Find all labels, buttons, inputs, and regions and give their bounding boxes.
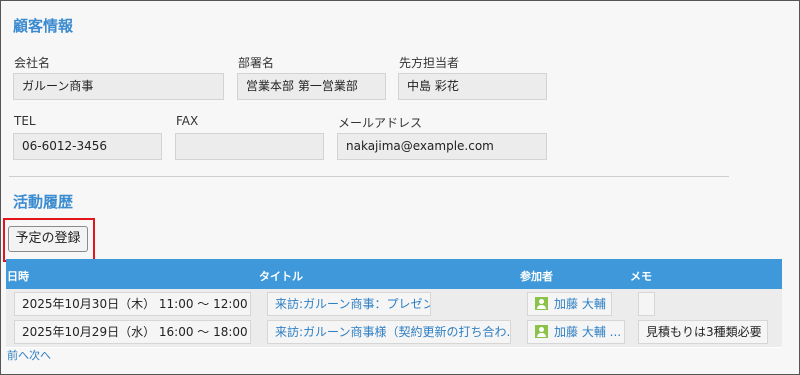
company-field: ガルーン商事 [13, 73, 224, 100]
fax-field [175, 133, 324, 160]
user-icon [535, 325, 548, 338]
section-divider [9, 176, 729, 177]
row-datetime: 2025年10月29日（水） 16:00 ～ 18:00 [14, 320, 251, 344]
row-title-link[interactable]: 来訪:ガルーン商事：プレゼン [267, 292, 431, 316]
email-label: メールアドレス [338, 116, 423, 130]
row-participant[interactable]: 加藤 大輔 [527, 292, 612, 316]
pager-links[interactable]: 前へ次へ [7, 347, 51, 363]
tel-field: 06-6012-3456 [13, 133, 162, 160]
row-participant[interactable]: 加藤 大輔 ... [527, 320, 625, 344]
register-schedule-button[interactable]: 予定の登録 [8, 226, 88, 252]
table-row: 2025年10月30日（木） 11:00 ～ 12:00 来訪:ガルーン商事：プ… [6, 289, 782, 320]
company-label: 会社名 [14, 56, 51, 70]
customer-section-title: 顧客情報 [13, 17, 74, 35]
column-header-memo[interactable]: メモ [630, 268, 652, 284]
column-header-title[interactable]: タイトル [259, 268, 303, 284]
email-field: nakajima@example.com [337, 133, 547, 160]
participant-name[interactable]: 加藤 大輔 [554, 297, 606, 311]
column-header-participants[interactable]: 参加者 [520, 268, 553, 284]
table-row: 2025年10月29日（水） 16:00 ～ 18:00 来訪:ガルーン商事様（… [6, 317, 782, 348]
column-header-date[interactable]: 日時 [7, 268, 29, 284]
department-field: 営業本部 第一営業部 [237, 73, 386, 100]
contact-field: 中島 彩花 [398, 73, 547, 100]
activity-section-title: 活動履歴 [13, 193, 74, 211]
user-icon [535, 297, 548, 310]
app-frame: 顧客情報 会社名 ガルーン商事 部署名 営業本部 第一営業部 先方担当者 中島 … [0, 0, 800, 375]
fax-label: FAX [176, 114, 199, 128]
row-title-link[interactable]: 来訪:ガルーン商事様（契約更新の打ち合わ... [267, 320, 511, 344]
activity-table-header: 日時 タイトル 参加者 メモ [6, 259, 782, 289]
row-memo: 見積もりは3種類必要 [638, 320, 768, 344]
tel-label: TEL [14, 114, 36, 128]
row-memo [638, 292, 655, 316]
participant-name[interactable]: 加藤 大輔 ... [554, 325, 621, 339]
contact-label: 先方担当者 [399, 56, 460, 70]
row-datetime: 2025年10月30日（木） 11:00 ～ 12:00 [14, 292, 251, 316]
department-label: 部署名 [238, 56, 275, 70]
